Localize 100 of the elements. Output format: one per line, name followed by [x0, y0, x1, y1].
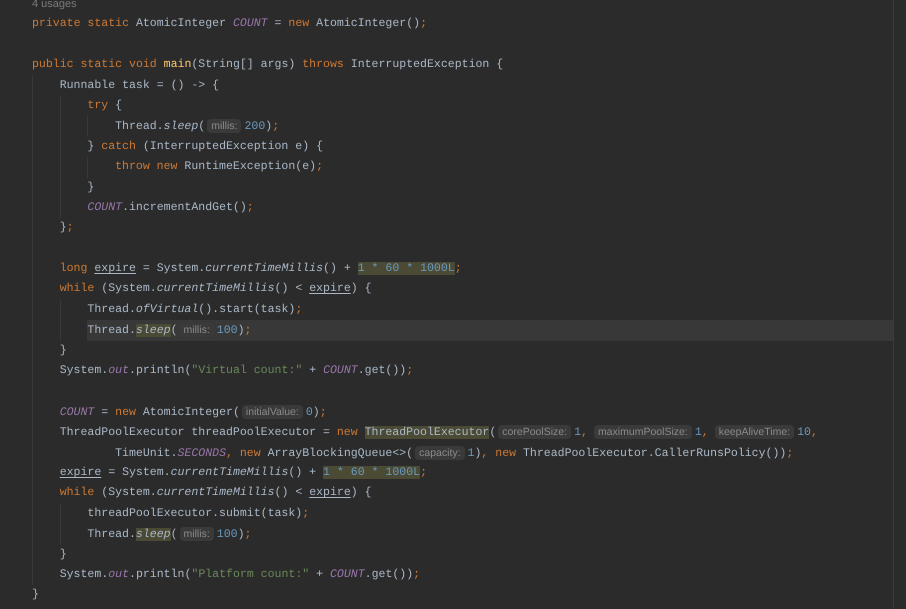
- number-literal: 100: [216, 528, 238, 542]
- keyword: ;: [302, 506, 310, 520]
- highlighted-method-call: sleep: [136, 528, 171, 542]
- code-text: =: [274, 17, 282, 30]
- code-text: Thread.: [87, 324, 136, 338]
- parameter-hint: capacity:: [415, 446, 465, 460]
- code-text: () <: [274, 486, 304, 500]
- constant-name: COUNT: [60, 406, 94, 419]
- highlighted-number: 1 * 60 * 1000L: [323, 466, 420, 479]
- constant-name: COUNT: [323, 364, 358, 378]
- code-text: ().start(task): [198, 302, 296, 316]
- keyword: ;: [244, 528, 252, 542]
- code-text: ThreadPoolExecutor threadPoolExecutor =: [60, 426, 331, 440]
- code-text: (: [489, 426, 496, 440]
- code-text: () +: [288, 466, 318, 479]
- number-literal: 1: [574, 426, 581, 440]
- variable-name: expire: [60, 466, 102, 479]
- keyword: ;: [786, 446, 794, 460]
- keyword: ;: [244, 324, 252, 338]
- parameter-hint: millis:: [180, 527, 214, 542]
- keyword: new: [336, 426, 359, 440]
- keyword: , new: [226, 446, 262, 460]
- code-text: ): [312, 406, 320, 419]
- constant-name: COUNT: [330, 568, 365, 581]
- code-text: System.: [60, 568, 108, 581]
- field-name: out: [108, 568, 130, 581]
- code-text: Thread.: [87, 528, 136, 542]
- keyword: while: [60, 486, 96, 500]
- variable-name: expire: [309, 282, 351, 296]
- code-text: Thread.: [87, 302, 136, 316]
- number-literal: 200: [244, 120, 266, 134]
- keyword: ,: [810, 426, 818, 440]
- keyword: ,: [702, 426, 709, 440]
- code-text: = System.: [142, 262, 206, 276]
- constant-name: COUNT: [232, 17, 268, 30]
- string-literal: "Platform count:": [191, 568, 310, 581]
- keyword: public static void: [32, 58, 158, 72]
- keyword: ;: [316, 160, 323, 174]
- code-text: }: [32, 588, 39, 602]
- keyword: ;: [272, 120, 280, 134]
- code-text: ): [265, 120, 272, 134]
- keyword: ;: [420, 17, 428, 30]
- keyword: throw new: [115, 160, 178, 174]
- code-text: ): [474, 446, 482, 460]
- keyword: throws: [302, 58, 345, 72]
- keyword: ;: [420, 466, 427, 479]
- method-call: ofVirtual: [136, 302, 198, 316]
- keyword: new: [288, 17, 310, 30]
- code-text: }: [87, 140, 96, 153]
- code-text: ): [238, 324, 244, 338]
- code-text: () +: [323, 262, 352, 276]
- method-name: main: [164, 58, 192, 72]
- code-text: threadPoolExecutor.submit(task): [87, 506, 302, 520]
- code-text: .get()): [358, 364, 406, 378]
- number-literal: 1: [694, 426, 702, 440]
- code-text: (: [198, 120, 206, 134]
- variable-name: expire: [94, 262, 136, 276]
- code-text: System.: [60, 364, 108, 378]
- code-text: ): [238, 528, 244, 542]
- code-text: (String[] args): [191, 58, 296, 72]
- number-literal: 1: [468, 446, 474, 460]
- field-name: out: [108, 364, 130, 378]
- method-call: currentTimeMillis: [205, 262, 324, 276]
- keyword: private static: [32, 17, 130, 30]
- code-text: .println(: [129, 568, 192, 581]
- keyword: ;: [454, 262, 462, 276]
- method-call: currentTimeMillis: [156, 486, 275, 500]
- number-literal: 0: [306, 406, 313, 419]
- code-text: (System.: [101, 486, 157, 500]
- code-text: .println(: [129, 364, 192, 378]
- code-text: TimeUnit.: [115, 446, 178, 460]
- code-text: AtomicInteger: [136, 17, 228, 30]
- code-text: RuntimeException(e): [184, 160, 316, 174]
- keyword: while: [60, 282, 96, 296]
- keyword: long: [60, 262, 88, 276]
- keyword: ;: [66, 221, 74, 234]
- code-text: (InterruptedException e) {: [142, 140, 324, 153]
- highlighted-code: ThreadPoolExecutor: [364, 426, 490, 440]
- highlighted-method-call: sleep: [136, 324, 171, 338]
- code-text: AtomicInteger(): [316, 17, 420, 30]
- keyword: , new: [481, 446, 518, 460]
- keyword: ,: [581, 426, 588, 440]
- code-text: ArrayBlockingQueue<>(: [268, 446, 414, 460]
- code-text: +: [315, 568, 324, 581]
- highlighted-number: 1 * 60 * 1000L: [358, 262, 455, 276]
- code-text: AtomicInteger(: [142, 406, 240, 419]
- code-text: () <: [274, 282, 304, 296]
- code-text: ) {: [350, 282, 372, 296]
- code-text: ThreadPoolExecutor.CallerRunsPolicy()): [523, 446, 786, 460]
- code-text: +: [308, 364, 318, 378]
- code-text: .get()): [364, 568, 414, 581]
- code-text: ) {: [350, 486, 372, 500]
- keyword: ;: [320, 406, 327, 419]
- method-call: currentTimeMillis: [170, 466, 288, 479]
- code-text: (System.: [101, 282, 157, 296]
- code-text: (: [170, 324, 178, 338]
- constant-name: SECONDS: [178, 446, 226, 460]
- parameter-hint: initialValue:: [242, 404, 303, 419]
- parameter-hint: keepAliveTime:: [714, 425, 794, 440]
- method-call: sleep: [164, 120, 198, 134]
